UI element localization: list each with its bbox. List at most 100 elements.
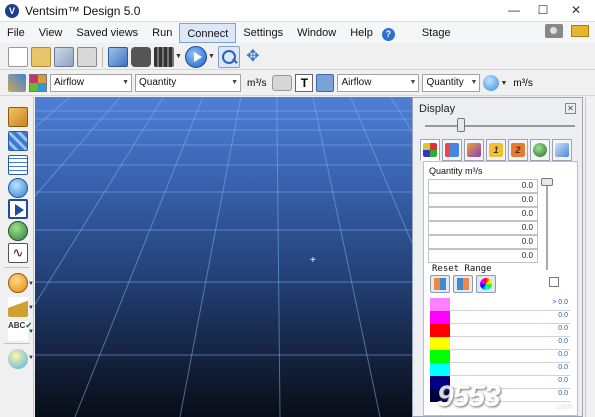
- pan-icon[interactable]: ✥: [243, 47, 263, 67]
- menu-help[interactable]: Help: [343, 23, 380, 43]
- fan-icon[interactable]: [8, 273, 28, 293]
- help-icon[interactable]: ?: [381, 27, 395, 41]
- font-icon[interactable]: [316, 74, 335, 92]
- level-2-tab-icon: 2: [511, 143, 525, 157]
- right-scrollbar[interactable]: [585, 97, 595, 417]
- color-data-select[interactable]: Airflow: [50, 74, 132, 92]
- quantity-label: Quantity m³/s: [429, 166, 483, 176]
- reset-range-button[interactable]: [430, 275, 450, 293]
- range-input-6[interactable]: 0.0: [428, 249, 538, 263]
- main-toolbar: ▼ ▼ ✥: [0, 44, 595, 70]
- tab-level-2[interactable]: 2: [508, 139, 528, 161]
- wave-icon[interactable]: ∿: [8, 243, 28, 263]
- menu-connect[interactable]: Connect: [179, 22, 237, 43]
- play-icon[interactable]: [184, 45, 207, 68]
- reset-range-icon: [434, 278, 446, 290]
- legend-swatch: [430, 337, 450, 350]
- layers-icon[interactable]: [8, 349, 28, 369]
- legend-value: 0.0: [558, 325, 568, 332]
- left-toolbar-separator: [4, 343, 30, 344]
- open-icon[interactable]: [31, 46, 51, 67]
- menu-run[interactable]: Run: [145, 23, 179, 43]
- tab-globe[interactable]: [530, 139, 550, 161]
- link-icon[interactable]: [272, 75, 293, 91]
- color-grid-icon[interactable]: [29, 74, 47, 92]
- camera-icon[interactable]: [545, 24, 563, 38]
- range-vertical-slider[interactable]: [546, 180, 548, 270]
- maximize-button[interactable]: ☐: [529, 0, 557, 20]
- legend-value: 0.0: [558, 377, 568, 384]
- brush-icon[interactable]: [8, 297, 28, 317]
- text-data-select[interactable]: Airflow: [337, 74, 420, 92]
- menu-window[interactable]: Window: [290, 23, 343, 43]
- range-input-1[interactable]: 0.0: [428, 179, 538, 193]
- network-icon[interactable]: [8, 131, 28, 151]
- film-dropdown-icon[interactable]: ▼: [175, 53, 182, 60]
- app-logo-icon: V: [5, 3, 19, 18]
- pencil-icon[interactable]: [8, 74, 26, 92]
- tab-arrow[interactable]: [552, 139, 572, 161]
- display-tabs: 1 2: [420, 139, 578, 161]
- tab-level-1[interactable]: 1: [486, 139, 506, 161]
- spellcheck-dropdown-icon[interactable]: ▼: [28, 329, 34, 335]
- menu-saved-views[interactable]: Saved views: [69, 23, 145, 43]
- menu-stage[interactable]: Stage: [415, 23, 458, 43]
- text-button[interactable]: T: [295, 74, 314, 92]
- menu-view[interactable]: View: [32, 23, 70, 43]
- film-icon[interactable]: [154, 46, 174, 67]
- globe-icon[interactable]: [8, 221, 28, 241]
- layers-dropdown-icon[interactable]: ▼: [28, 355, 34, 361]
- level-1-tab-icon: 1: [489, 143, 503, 157]
- export-icon[interactable]: [108, 46, 128, 67]
- spellcheck-icon[interactable]: ABC✔: [8, 321, 32, 341]
- close-button[interactable]: ✕: [558, 0, 594, 20]
- range-input-3[interactable]: 0.0: [428, 207, 538, 221]
- table-icon[interactable]: [8, 155, 28, 175]
- menu-settings[interactable]: Settings: [236, 23, 290, 43]
- binoculars-icon[interactable]: [131, 46, 151, 67]
- play-triangle-icon[interactable]: [8, 199, 28, 219]
- range-input-4[interactable]: 0.0: [428, 221, 538, 235]
- legend-row[interactable]: 0.0: [430, 363, 570, 376]
- copy-icon[interactable]: [54, 46, 74, 67]
- menu-file[interactable]: File: [0, 23, 32, 43]
- top-right-tools: [545, 24, 589, 38]
- bubble-dropdown-icon[interactable]: ▼: [500, 80, 507, 87]
- legend-row[interactable]: > 0.0: [430, 298, 570, 311]
- tab-layers[interactable]: [464, 139, 484, 161]
- range-input-5[interactable]: 0.0: [428, 235, 538, 249]
- 3d-viewport[interactable]: +: [35, 97, 412, 417]
- legend-row[interactable]: 0.0: [430, 350, 570, 363]
- watermark-sub: .com: [555, 402, 573, 411]
- range-input-2[interactable]: 0.0: [428, 193, 538, 207]
- circle-icon[interactable]: [8, 178, 28, 198]
- legend-row[interactable]: 0.0: [430, 337, 570, 350]
- display-toolbar: Airflow Quantity m³/s T Airflow Quantity…: [0, 71, 595, 96]
- reset-range-checkbox[interactable]: [549, 277, 559, 287]
- legend-row[interactable]: 0.0: [430, 311, 570, 324]
- spellcheck-text: ABC: [8, 321, 26, 330]
- reverse-range-icon: [457, 278, 469, 290]
- color-wheel-button[interactable]: [476, 275, 496, 293]
- fan-dropdown-icon[interactable]: ▼: [28, 281, 34, 287]
- transparency-slider-thumb[interactable]: [457, 118, 465, 132]
- range-slider-thumb[interactable]: [541, 178, 553, 186]
- legend-row[interactable]: 0.0: [430, 324, 570, 337]
- new-icon[interactable]: [8, 46, 28, 67]
- bubble-icon[interactable]: [483, 75, 500, 91]
- tab-text[interactable]: [442, 139, 462, 161]
- play-dropdown-icon[interactable]: ▼: [208, 53, 215, 60]
- color-type-select[interactable]: Quantity: [135, 74, 241, 92]
- brush-dropdown-icon[interactable]: ▼: [28, 305, 34, 311]
- transparency-slider-track[interactable]: [425, 125, 575, 127]
- print-icon[interactable]: [77, 46, 97, 67]
- minimize-button[interactable]: —: [500, 0, 528, 20]
- ticket-icon[interactable]: [571, 25, 589, 37]
- text-type-select[interactable]: Quantity: [422, 74, 481, 92]
- title-bar: V Ventsim™ Design 5.0 — ☐ ✕: [0, 0, 595, 22]
- panel-close-button[interactable]: ✕: [565, 103, 576, 114]
- zoom-icon[interactable]: [217, 45, 240, 68]
- tab-color[interactable]: [420, 139, 440, 161]
- reverse-range-button[interactable]: [453, 275, 473, 293]
- cube-icon[interactable]: [8, 107, 28, 127]
